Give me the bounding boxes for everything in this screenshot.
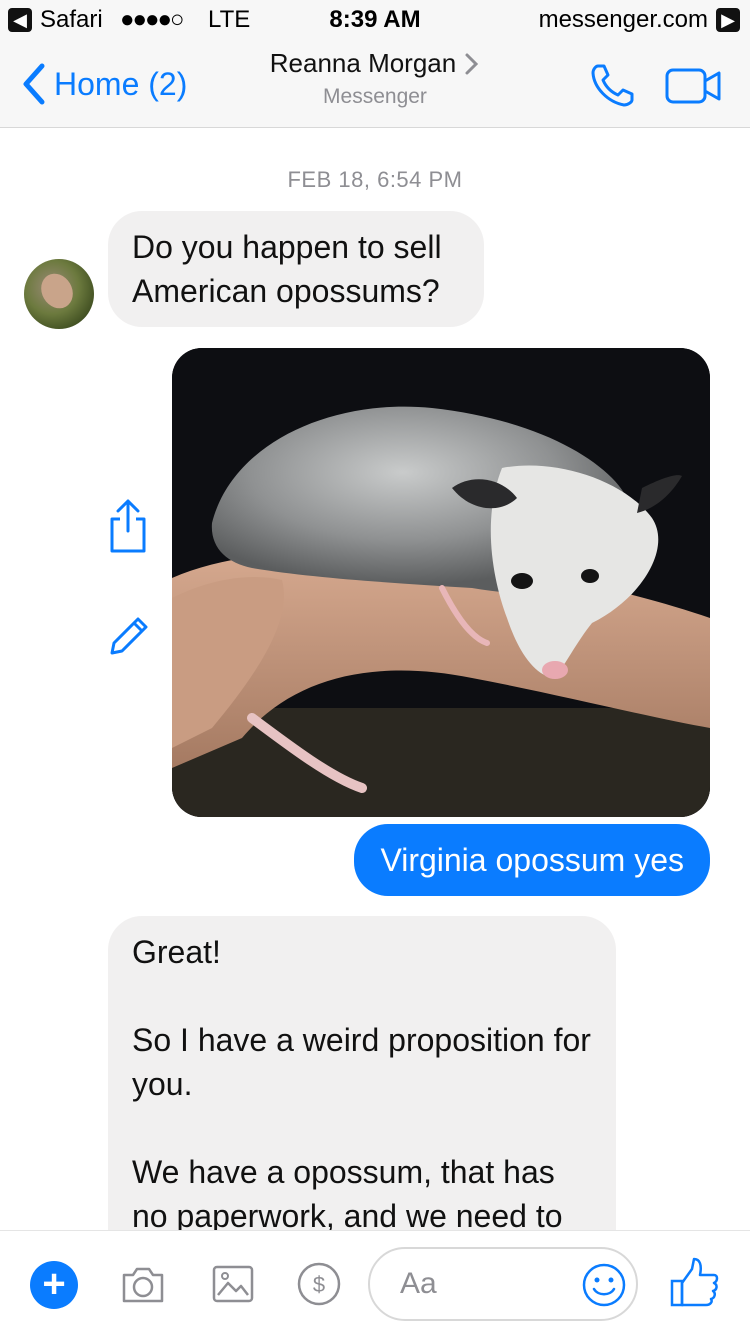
message-paragraph: We have a opossum, that has no paperwork… [132, 1154, 563, 1230]
video-camera-icon[interactable] [664, 66, 724, 106]
contact-name: Reanna Morgan [269, 48, 457, 78]
message-timestamp: FEB 18, 6:54 PM [287, 167, 463, 192]
gallery-icon[interactable] [208, 1259, 258, 1309]
message-thread[interactable]: FEB 18, 6:54 PM Do you happen to sell Am… [0, 129, 750, 1230]
share-icon[interactable] [106, 497, 150, 555]
camera-icon[interactable] [118, 1259, 168, 1309]
incoming-message[interactable]: Great! So I have a weird proposition for… [108, 916, 616, 1230]
outgoing-message[interactable]: Virginia opossum yes [354, 824, 710, 896]
site-label[interactable]: messenger.com [539, 6, 708, 34]
incoming-message[interactable]: Do you happen to sell American opossums? [108, 211, 484, 327]
edit-pencil-icon[interactable] [106, 613, 152, 659]
like-icon[interactable] [668, 1255, 720, 1311]
status-bar: ◀ Safari ●●●●○ LTE 8:39 AM messenger.com… [0, 0, 750, 40]
plus-icon[interactable]: + [30, 1261, 78, 1309]
svg-text:$: $ [313, 1272, 325, 1297]
emoji-icon[interactable] [580, 1261, 628, 1309]
message-paragraph: Great! [132, 934, 221, 970]
forward-icon[interactable]: ▶ [716, 8, 740, 32]
nav-bar: Home (2) Reanna Morgan Messenger [0, 40, 750, 128]
message-paragraph: So I have a weird proposition for you. [132, 1022, 591, 1102]
contact-avatar[interactable] [24, 259, 94, 329]
photo-message[interactable] [172, 348, 710, 817]
phone-icon[interactable] [588, 60, 638, 110]
opossum-photo [172, 348, 710, 817]
message-composer: + $ Aa [0, 1230, 750, 1334]
payment-icon[interactable]: $ [294, 1259, 344, 1309]
chevron-right-icon [465, 53, 479, 74]
